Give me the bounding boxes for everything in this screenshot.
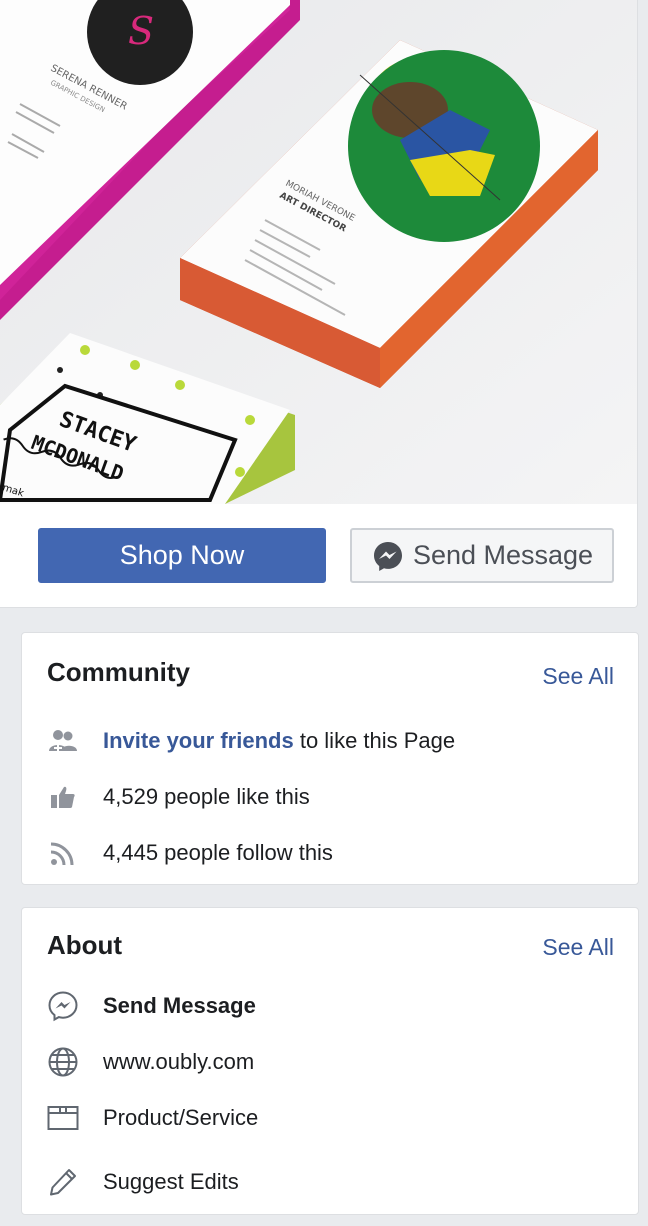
community-title: Community <box>47 657 190 687</box>
about-item-category[interactable]: Product/Service <box>22 1098 638 1138</box>
about-suggest-edits-link[interactable]: Suggest Edits <box>103 1169 239 1195</box>
invite-friends-text: Invite your friends to like this Page <box>103 728 455 754</box>
friends-icon <box>46 724 80 758</box>
about-item-send-message[interactable]: Send Message <box>22 986 638 1026</box>
likes-count-text: 4,529 people like this <box>103 784 310 809</box>
shop-now-button[interactable]: Shop Now <box>38 528 326 583</box>
about-card: About See All Send Message www.oubly.com <box>21 907 639 1215</box>
pencil-icon <box>46 1165 80 1199</box>
about-item-website[interactable]: www.oubly.com <box>22 1042 638 1082</box>
messenger-icon <box>373 541 402 571</box>
messenger-icon <box>46 989 80 1023</box>
invite-friends-link[interactable]: Invite your friends <box>103 728 294 753</box>
about-item-suggest-edits[interactable]: Suggest Edits <box>22 1162 638 1202</box>
follows-row: 4,445 people follow this <box>22 833 638 873</box>
cover-card: S SERENA RENNER GRAPHIC DESIGN MORIAH VE… <box>0 0 638 608</box>
cover-photo[interactable]: S SERENA RENNER GRAPHIC DESIGN MORIAH VE… <box>0 0 637 504</box>
storefront-icon <box>46 1101 80 1135</box>
about-see-all-link[interactable]: See All <box>542 934 614 961</box>
globe-icon <box>46 1045 80 1079</box>
follows-count-text: 4,445 people follow this <box>103 840 333 865</box>
send-message-button[interactable]: Send Message <box>350 528 614 583</box>
invite-friends-row: Invite your friends to like this Page <box>22 721 638 761</box>
about-send-message-link[interactable]: Send Message <box>103 993 256 1019</box>
send-message-label: Send Message <box>412 540 594 570</box>
about-title: About <box>47 930 123 960</box>
card1-initial: S <box>128 9 154 53</box>
likes-row: 4,529 people like this <box>22 777 638 817</box>
thumbs-up-icon <box>46 780 80 814</box>
about-category-link[interactable]: Product/Service <box>103 1105 258 1131</box>
community-card: Community See All Invite your friends to… <box>21 632 639 885</box>
invite-friends-rest: to like this Page <box>293 728 456 753</box>
about-website-link[interactable]: www.oubly.com <box>103 1049 254 1075</box>
rss-icon <box>46 836 80 870</box>
community-see-all-link[interactable]: See All <box>542 663 614 690</box>
